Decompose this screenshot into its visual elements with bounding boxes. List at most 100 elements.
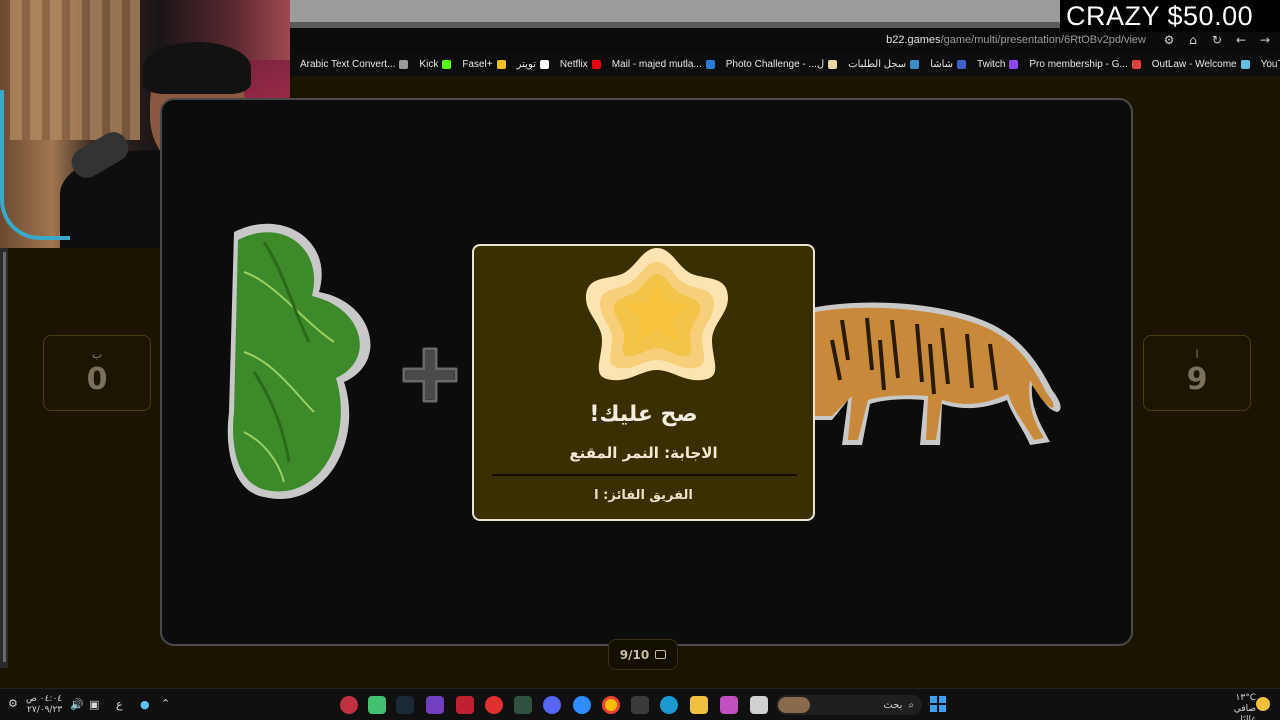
bookmark-item[interactable]: Mail - majed mutla... [612,59,715,70]
weather-desc: صافي غالبًا [1233,704,1256,720]
app-icon-7[interactable] [514,696,532,714]
copilot-icon[interactable] [720,696,738,714]
tiger-image [812,302,1061,445]
weather-widget[interactable]: ١٣°C صافي غالبًا [1216,693,1256,720]
question-counter-text: 9/10 [619,647,650,662]
steam-icon[interactable] [396,696,414,714]
back-icon[interactable]: ← [1234,33,1248,47]
app-icon-4[interactable] [426,696,444,714]
bookmark-item[interactable]: Pro membership - G... [1029,58,1141,70]
bookmark-label: تويتر [516,58,536,70]
windows-taskbar: ⚙ ٠٤:٠٤ ص ٢٧/٠٩/٢٣ 🔊 ▣ ع ● ⌃ بحث ⌕ ١٣°C … [0,688,1280,720]
card-divider [492,474,797,476]
task-view-icon[interactable] [750,696,768,714]
zoom-icon[interactable] [573,696,591,714]
app-icon-6[interactable] [485,696,503,714]
plus-icon [402,347,458,403]
search-icon: ⌕ [908,699,914,711]
app-icon-1[interactable] [340,696,358,714]
system-tray: ⚙ [8,697,18,710]
team-a-points: 9 [1186,362,1208,397]
webcam-headset-cable [0,90,70,240]
url-text[interactable]: b22.games/game/multi/presentation/6RtOBv… [886,34,1146,46]
bookmark-label: Kick [419,58,439,70]
team-b-points: 0 [86,362,108,397]
search-placeholder: بحث [883,699,903,711]
discord-icon[interactable] [543,696,561,714]
result-card: صح عليك! الاجابة: النمر المقنع الفريق ال… [472,244,815,521]
bookmark-favicon-icon [591,59,601,69]
bookmark-item[interactable]: OutLaw - Welcome [1152,59,1250,70]
forward-icon[interactable]: → [1258,33,1272,47]
question-counter[interactable]: 9/10 [608,639,678,670]
bookmark-favicon-icon [910,59,920,69]
bookmark-item[interactable]: Arabic Text Convert... [300,58,409,70]
url-host: b22.games [886,34,941,46]
app-icon-5[interactable] [456,696,474,714]
bookmarks-bar: Arabic Text Convert... Kick Fasel+ تويتر Net… [290,52,1280,76]
mint-leaf-image [227,223,371,500]
chrome-icon[interactable] [602,696,620,714]
winning-team: الفريق الفائز: ا [594,488,693,503]
bookmark-favicon-icon [1240,59,1250,69]
bookmark-label: سجل الطلبات [848,58,907,70]
bookmark-item[interactable]: Twitch [977,58,1019,70]
input-language[interactable]: ع [116,698,123,711]
bookmark-item[interactable]: YouTube [1261,59,1280,70]
file-explorer-icon[interactable] [690,696,708,714]
bookmark-item[interactable]: Netflix [560,59,601,70]
bookmark-item[interactable]: Kick [419,58,452,70]
bookmark-favicon-icon [1009,59,1019,69]
bookmark-favicon-icon [496,59,506,69]
team-a-score: ا 9 [1143,335,1251,411]
start-button-icon[interactable] [930,696,946,712]
url-path: /game/multi/presentation/6RtOBv2pd/view [940,34,1146,46]
network-icon[interactable]: ▣ [89,698,99,711]
taskbar-search[interactable]: بحث ⌕ [776,695,922,715]
store-icon[interactable] [631,696,649,714]
clock-date: ٢٧/٠٩/٢٣ [27,705,63,715]
edge-icon[interactable] [660,696,678,714]
bookmark-item[interactable]: تويتر [517,59,549,70]
home-icon[interactable]: ⌂ [1186,33,1200,47]
bookmark-favicon-icon [957,59,967,69]
team-b-score: ب 0 [43,335,151,411]
bookmark-favicon-icon [539,59,549,69]
bookmark-label: Arabic Text Convert... [300,58,396,70]
bookmark-label: شاشا [930,58,954,70]
search-highlight-image [778,697,810,713]
star-badge-icon [586,248,728,381]
microphone-icon[interactable]: ● [140,698,150,711]
team-a-letter: ا [1195,348,1199,361]
weather-temp: ١٣°C [1235,693,1256,703]
app-icon-2[interactable] [368,696,386,714]
reload-icon[interactable]: ↻ [1210,33,1224,47]
weather-sun-icon [1256,697,1270,711]
bookmark-label: Pro membership - G... [1029,58,1128,70]
bookmark-label: Netflix [559,58,588,70]
bookmark-favicon-icon [705,59,715,69]
bookmark-label: OutLaw - Welcome [1151,58,1237,70]
result-answer: الاجابة: النمر المقنع [569,444,718,462]
result-title: صح عليك! [589,402,698,427]
bookmark-item[interactable]: سجل الطلبات [848,58,920,70]
bookmark-favicon-icon [828,59,838,69]
bookmark-favicon-icon [1131,59,1141,69]
bookmark-item[interactable]: Fasel+ [462,58,506,70]
bookmark-favicon-icon [399,59,409,69]
site-settings-icon[interactable]: ⚙ [1162,33,1176,47]
bookmark-label: Fasel+ [462,58,493,70]
bookmark-label: Mail - majed mutla... [611,58,702,70]
clock-time: ٠٤:٠٤ ص [26,694,63,704]
bookmark-item[interactable]: شاشا [930,58,967,70]
bookmark-label: Photo Challenge - ...ل [725,58,825,70]
bookmark-label: Twitch [977,58,1006,70]
tray-expand-icon[interactable]: ⌃ [161,697,170,710]
bookmark-item[interactable]: Photo Challenge - ...ل [725,58,838,70]
volume-icon[interactable]: 🔊 [70,698,84,711]
settings-tray-icon[interactable]: ⚙ [8,697,18,710]
bookmark-favicon-icon [442,59,452,69]
bookmark-label: YouTube [1260,58,1280,70]
scrollbar-thumb[interactable] [3,252,6,662]
clock[interactable]: ٠٤:٠٤ ص ٢٧/٠٩/٢٣ [26,694,62,716]
